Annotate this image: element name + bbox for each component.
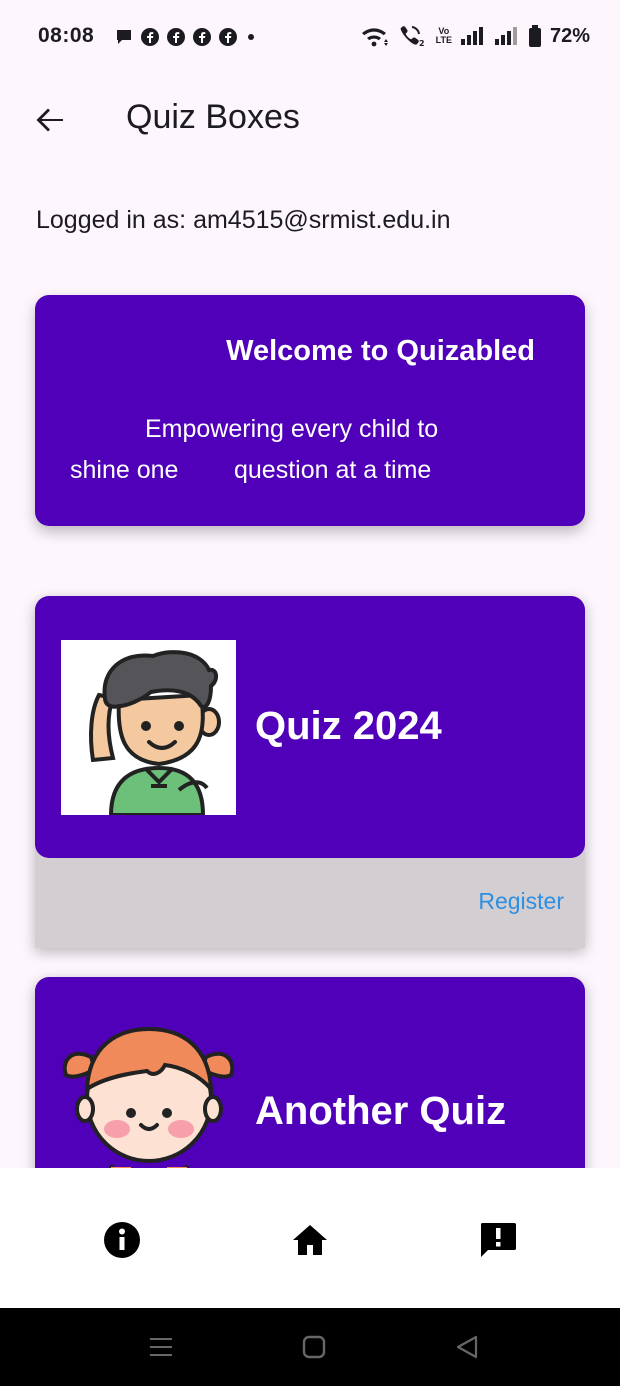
nav-info[interactable] [102,1220,142,1260]
welcome-tagline-line1: Empowering every child to [145,415,439,443]
status-bar: 08:08 2 Vo LTE 72% [0,0,620,76]
wifi-icon [361,28,388,47]
welcome-tagline-line2: shine one question at a time [70,456,432,484]
status-time: 08:08 [38,24,95,47]
battery-percent: 72% [549,24,590,47]
feedback-icon [481,1223,516,1257]
back-button[interactable] [30,100,70,140]
home-icon [293,1225,327,1255]
page-title: Quiz Boxes [126,98,300,136]
info-icon [104,1222,140,1258]
nav-home[interactable] [290,1220,330,1260]
status-indicators: 2 Vo LTE 72% [360,24,590,48]
signal-strength-icon [460,27,483,45]
recent-apps-icon[interactable] [148,1334,174,1360]
facebook-icon [219,28,237,46]
notification-icons [114,27,258,47]
welcome-title: Welcome to Quizabled [226,335,535,367]
volte-indicator: Vo LTE [436,27,452,45]
svg-text:2: 2 [419,39,425,48]
chat-bubble-icon [117,30,131,44]
wifi-calling-icon: 2 [400,26,425,48]
arrow-back-icon [36,108,63,132]
quiz-card-header[interactable]: Quiz 2024 [35,596,585,858]
battery-icon [528,25,541,47]
facebook-icon [193,28,211,46]
nav-feedback[interactable] [478,1220,518,1260]
quiz-card: Quiz 2024 Register [35,596,585,948]
bottom-navigation [0,1168,620,1308]
app-bar: Quiz Boxes [0,80,620,156]
register-button[interactable]: Register [478,888,564,915]
home-button-icon[interactable] [301,1334,327,1360]
quiz-avatar-image [61,640,236,815]
logged-in-user: Logged in as: am4515@srmist.edu.in [36,206,451,234]
quiz-title: Quiz 2024 [255,704,442,748]
quiz-title: Another Quiz [255,1089,507,1133]
signal-strength-icon-2 [494,27,517,45]
volte-bottom: LTE [435,35,452,45]
back-nav-icon[interactable] [454,1334,480,1360]
boy-avatar-icon [89,650,221,815]
girl-avatar-icon [62,1026,235,1192]
quiz-avatar-image [61,1017,236,1192]
facebook-icon [141,28,159,46]
welcome-card: Welcome to Quizabled Empowering every ch… [35,295,585,526]
dot-icon [248,34,254,40]
system-navigation-bar [0,1308,620,1386]
facebook-icon [167,28,185,46]
